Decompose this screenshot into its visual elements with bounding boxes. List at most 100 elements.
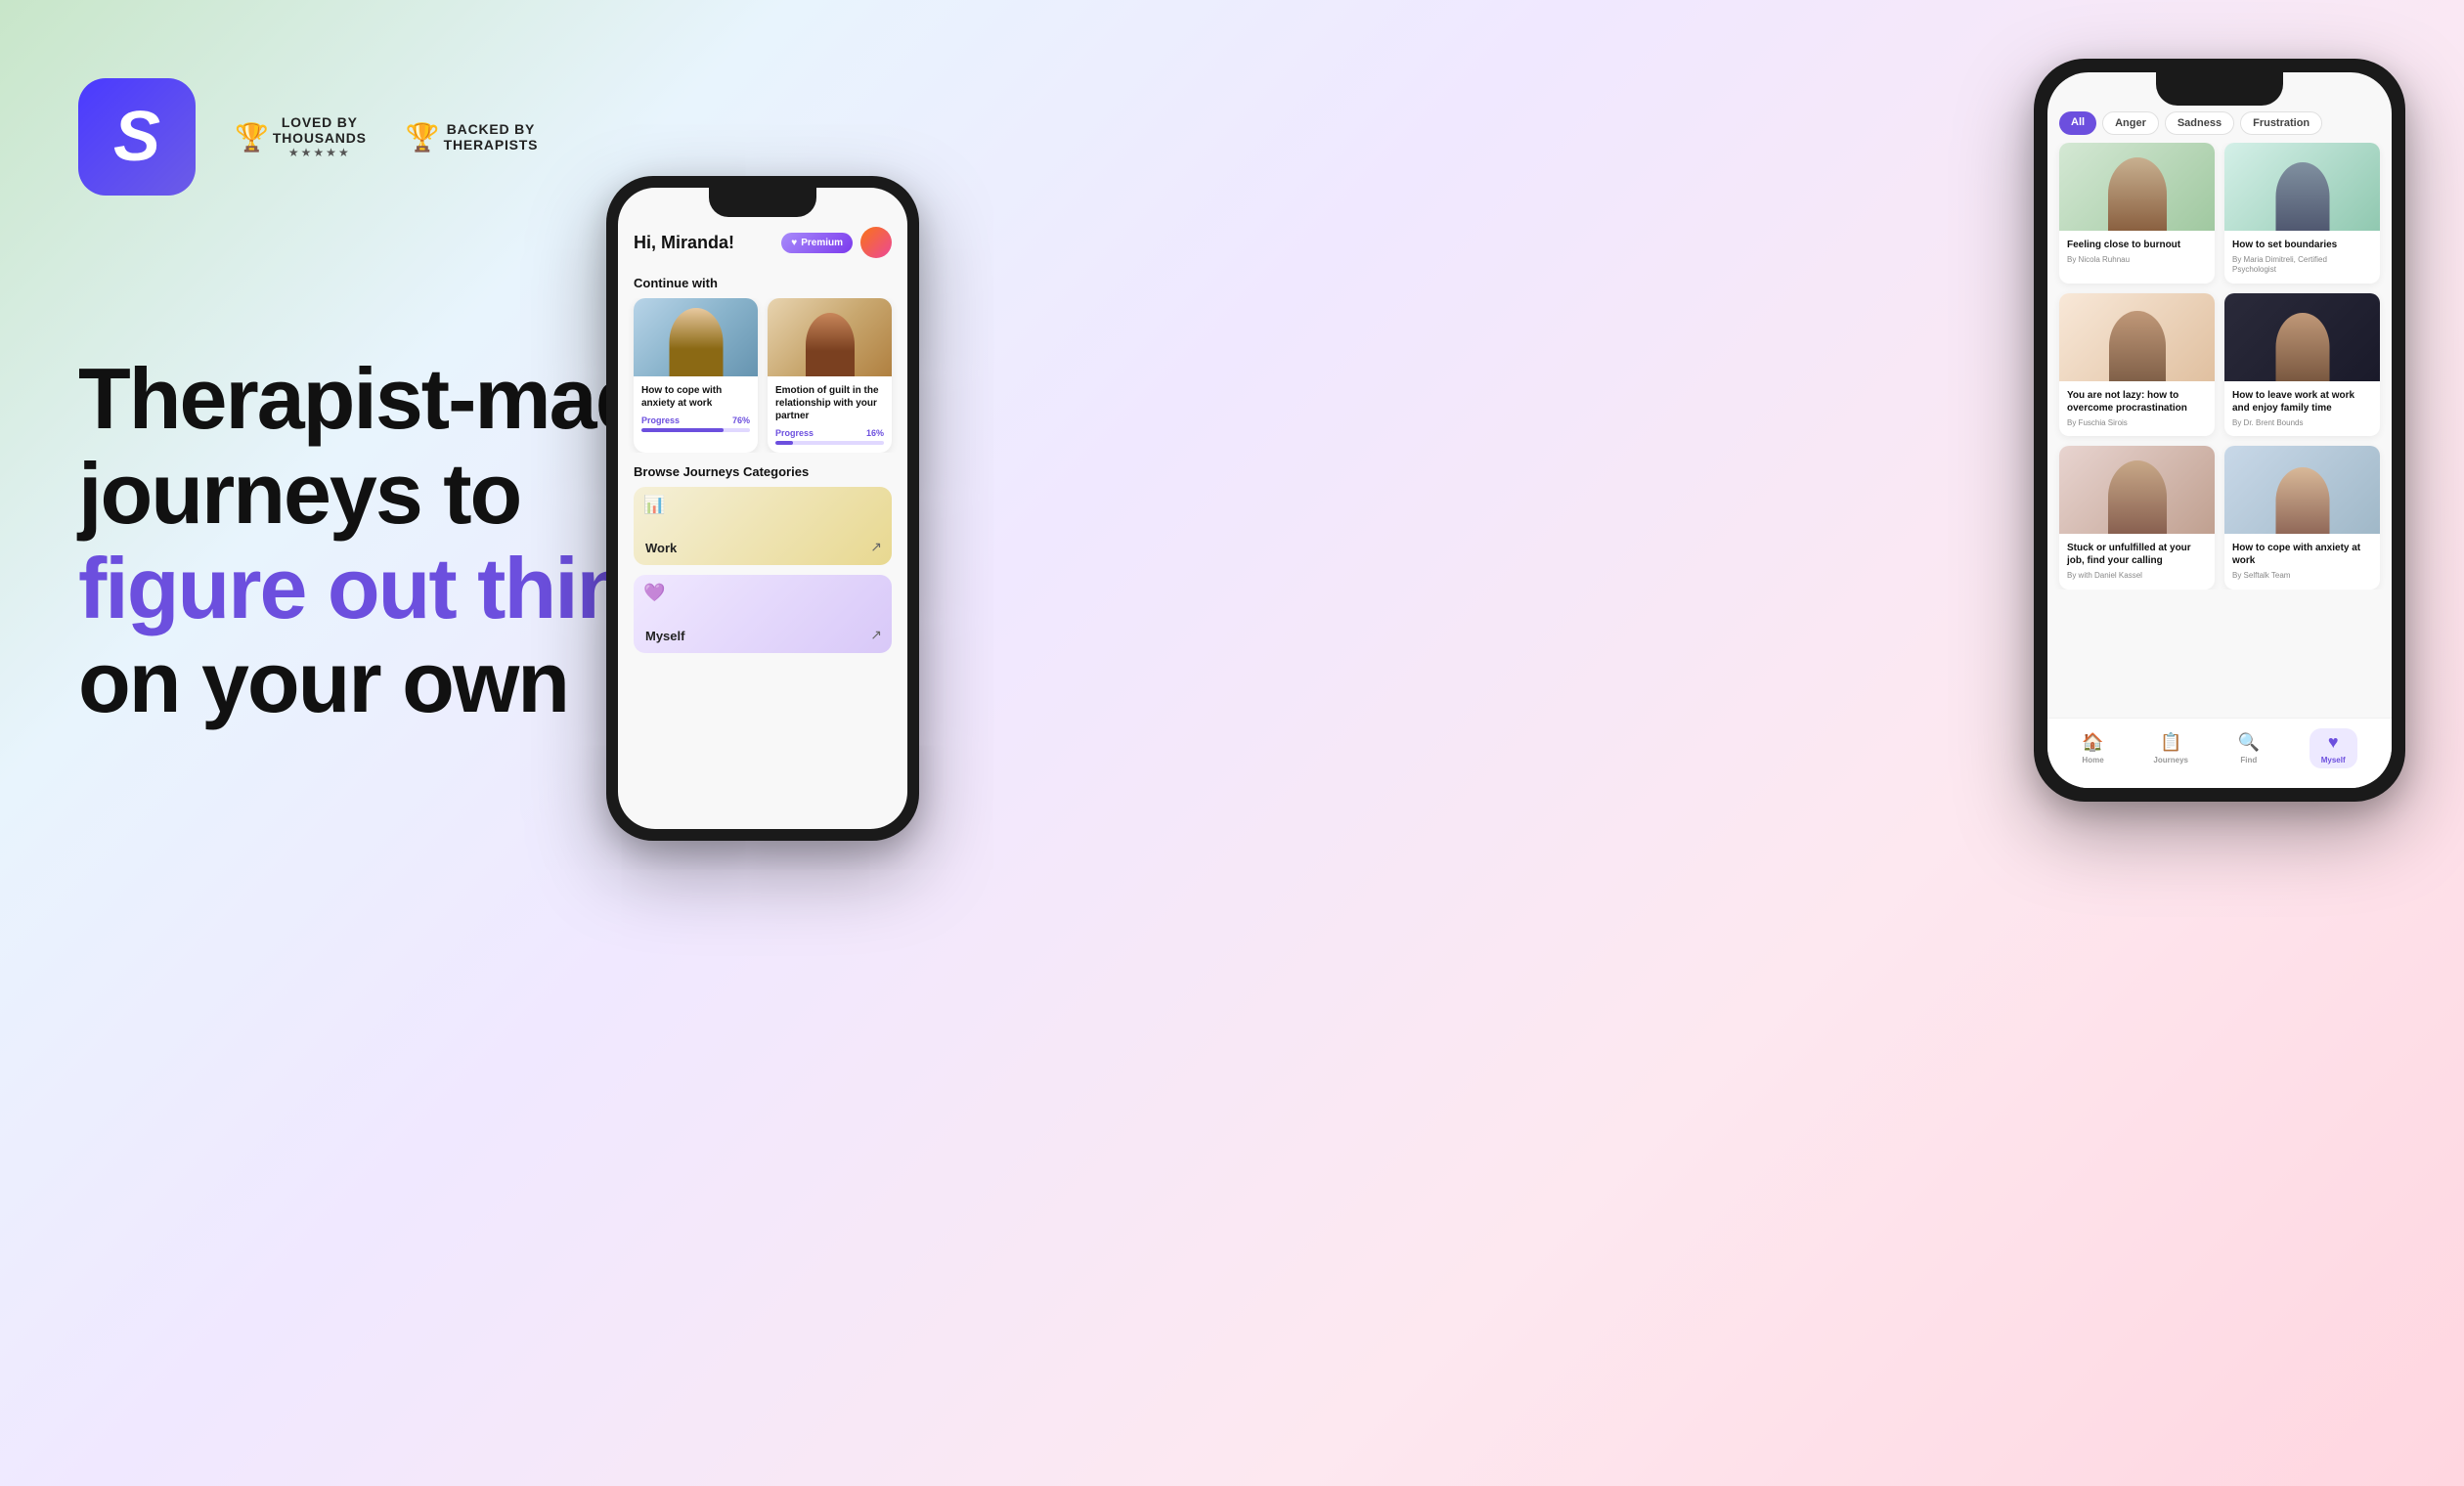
nav-home-label: Home xyxy=(2082,756,2103,765)
phone-1-screen: Hi, Miranda! ♥ Premium Continue with How… xyxy=(618,188,907,829)
article-card-6[interactable]: How to cope with anxiety at work By Self… xyxy=(2224,446,2380,589)
article-5-image xyxy=(2059,446,2215,534)
hero-line2: journeys to xyxy=(78,445,520,542)
premium-heart-icon: ♥ xyxy=(791,238,797,248)
article-card-2[interactable]: How to set boundaries By Maria Dimitreli… xyxy=(2224,143,2380,284)
journey-card-2-image xyxy=(768,298,892,376)
journey-card-2-progress-fill xyxy=(775,441,793,445)
laurel-left-icon: 🏆 xyxy=(235,121,269,153)
category-card-myself[interactable]: 💜 Myself ↗ xyxy=(634,575,892,653)
badge1-stars: ★★★★★ xyxy=(273,146,367,159)
category-myself-name: Myself xyxy=(645,629,684,643)
article-3-body: You are not lazy: how to overcome procra… xyxy=(2059,381,2215,436)
article-5-title: Stuck or unfulfilled at your job, find y… xyxy=(2067,542,2207,567)
nav-myself-label: Myself xyxy=(2321,756,2346,765)
article-2-body: How to set boundaries By Maria Dimitreli… xyxy=(2224,231,2380,284)
hero-line1: Therapist-made xyxy=(78,350,691,447)
article-2-image xyxy=(2224,143,2380,231)
article-3-title: You are not lazy: how to overcome procra… xyxy=(2067,389,2207,415)
journeys-icon: 📋 xyxy=(2160,732,2181,753)
article-6-title: How to cope with anxiety at work xyxy=(2232,542,2372,567)
journey-cards-row: How to cope with anxiety at work Progres… xyxy=(618,298,907,453)
phone-1-notch xyxy=(709,188,816,217)
phone1-greeting: Hi, Miranda! xyxy=(634,233,734,253)
user-avatar[interactable] xyxy=(860,227,892,258)
article-card-1[interactable]: Feeling close to burnout By Nicola Ruhna… xyxy=(2059,143,2215,284)
phone-1-container: Hi, Miranda! ♥ Premium Continue with How… xyxy=(606,176,919,841)
journey-card-2-progress-bg xyxy=(775,441,884,445)
continue-with-title: Continue with xyxy=(618,268,907,298)
nav-myself[interactable]: ♥ Myself xyxy=(2310,728,2357,768)
article-2-author: By Maria Dimitreli, Certified Psychologi… xyxy=(2232,255,2372,276)
badge2-line1: BACKED BY xyxy=(444,121,539,137)
filter-sadness[interactable]: Sadness xyxy=(2165,111,2234,135)
article-3-author: By Fuschia Sirois xyxy=(2067,418,2207,428)
myself-icon: 💜 xyxy=(643,583,665,603)
browse-categories-title: Browse Journeys Categories xyxy=(618,453,907,487)
home-icon: 🏠 xyxy=(2082,732,2103,753)
phone-2-container: All Anger Sadness Frustration Feeling cl… xyxy=(2034,59,2405,802)
bottom-nav: 🏠 Home 📋 Journeys 🔍 Find ♥ Myself xyxy=(2047,718,2392,788)
article-4-image xyxy=(2224,293,2380,381)
work-icon: 📊 xyxy=(643,495,665,515)
phone-2-screen: All Anger Sadness Frustration Feeling cl… xyxy=(2047,72,2392,788)
nav-find[interactable]: 🔍 Find xyxy=(2238,732,2260,765)
journey-card-1-body: How to cope with anxiety at work Progres… xyxy=(634,376,758,440)
filter-frustration[interactable]: Frustration xyxy=(2240,111,2322,135)
hero-line4: on your own xyxy=(78,634,568,730)
article-4-body: How to leave work at work and enjoy fami… xyxy=(2224,381,2380,436)
premium-label: Premium xyxy=(801,238,843,248)
journey-card-2-title: Emotion of guilt in the relationship wit… xyxy=(775,384,884,422)
phone-1-shell: Hi, Miranda! ♥ Premium Continue with How… xyxy=(606,176,919,841)
badge2-line2: THERAPISTS xyxy=(444,137,539,153)
article-card-5[interactable]: Stuck or unfulfilled at your job, find y… xyxy=(2059,446,2215,589)
article-card-4[interactable]: How to leave work at work and enjoy fami… xyxy=(2224,293,2380,436)
article-1-author: By Nicola Ruhnau xyxy=(2067,255,2207,265)
filter-all[interactable]: All xyxy=(2059,111,2096,135)
nav-home[interactable]: 🏠 Home xyxy=(2082,732,2103,765)
articles-grid: Feeling close to burnout By Nicola Ruhna… xyxy=(2047,143,2392,590)
nav-find-label: Find xyxy=(2240,756,2257,765)
journey-card-1-progress-bg xyxy=(641,428,750,432)
badge-backed-by: 🏆 BACKED BY THERAPISTS xyxy=(406,121,539,153)
filter-anger[interactable]: Anger xyxy=(2102,111,2159,135)
phone-2-notch xyxy=(2156,72,2283,106)
journey-card-2-body: Emotion of guilt in the relationship wit… xyxy=(768,376,892,453)
app-logo: S xyxy=(78,78,196,196)
article-4-title: How to leave work at work and enjoy fami… xyxy=(2232,389,2372,415)
article-1-title: Feeling close to burnout xyxy=(2067,239,2207,251)
laurel-loved-by: 🏆 LOVED BY THOUSANDS ★★★★★ xyxy=(235,114,367,159)
logo-letter: S xyxy=(113,102,160,172)
journey-card-1-image xyxy=(634,298,758,376)
article-1-body: Feeling close to burnout By Nicola Ruhna… xyxy=(2059,231,2215,273)
myself-nav-icon: ♥ xyxy=(2328,732,2339,753)
laurel2-left-icon: 🏆 xyxy=(406,121,440,153)
premium-badge[interactable]: ♥ Premium xyxy=(781,233,853,253)
badge1-line1: LOVED BY xyxy=(273,114,367,130)
article-6-author: By Selftalk Team xyxy=(2232,571,2372,581)
article-2-title: How to set boundaries xyxy=(2232,239,2372,251)
article-4-author: By Dr. Brent Bounds xyxy=(2232,418,2372,428)
journey-card-1[interactable]: How to cope with anxiety at work Progres… xyxy=(634,298,758,453)
article-card-3[interactable]: You are not lazy: how to overcome procra… xyxy=(2059,293,2215,436)
myself-arrow-icon: ↗ xyxy=(870,627,882,643)
journey-card-2[interactable]: Emotion of guilt in the relationship wit… xyxy=(768,298,892,453)
article-1-image xyxy=(2059,143,2215,231)
work-arrow-icon: ↗ xyxy=(870,539,882,555)
badge-loved-by: 🏆 LOVED BY THOUSANDS ★★★★★ xyxy=(235,114,367,159)
journey-card-1-title: How to cope with anxiety at work xyxy=(641,384,750,410)
laurel-backed-by: 🏆 BACKED BY THERAPISTS xyxy=(406,121,539,153)
nav-journeys-label: Journeys xyxy=(2153,756,2188,765)
article-3-image xyxy=(2059,293,2215,381)
article-5-body: Stuck or unfulfilled at your job, find y… xyxy=(2059,534,2215,589)
article-6-image xyxy=(2224,446,2380,534)
phone-2-shell: All Anger Sadness Frustration Feeling cl… xyxy=(2034,59,2405,802)
journey-card-1-progress-fill xyxy=(641,428,724,432)
category-card-work[interactable]: 📊 Work ↗ xyxy=(634,487,892,565)
journey-card-2-progress-label: Progress 16% xyxy=(775,428,884,438)
journey-card-1-progress-label: Progress 76% xyxy=(641,415,750,425)
nav-journeys[interactable]: 📋 Journeys xyxy=(2153,732,2188,765)
article-6-body: How to cope with anxiety at work By Self… xyxy=(2224,534,2380,589)
badge1-line2: THOUSANDS xyxy=(273,130,367,146)
article-5-author: By with Daniel Kassel xyxy=(2067,571,2207,581)
